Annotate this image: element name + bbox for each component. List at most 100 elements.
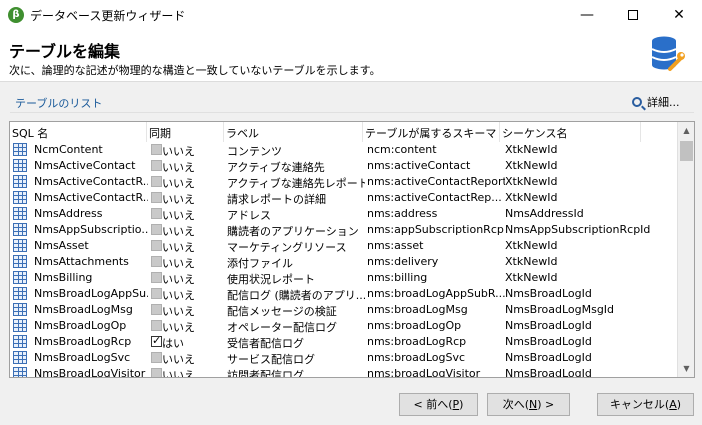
details-link[interactable]: 詳細... [632, 94, 680, 110]
column-header-schema[interactable]: テーブルが属するスキーマ [365, 125, 496, 141]
column-divider[interactable] [499, 122, 500, 142]
scroll-up-arrow-icon[interactable]: ▲ [678, 122, 694, 139]
column-divider[interactable] [640, 122, 641, 142]
checkbox-icon[interactable] [151, 352, 162, 363]
cell-schema: nms:activeContactRep... [367, 191, 502, 204]
cell-sequence: XtkNewId [505, 175, 558, 188]
table-icon [13, 191, 27, 204]
page-title: テーブルを編集 [9, 42, 121, 61]
cell-sequence: XtkNewId [505, 271, 558, 284]
checkbox-icon[interactable] [151, 208, 162, 219]
cell-sql-name: NmsAsset [34, 239, 89, 252]
cell-sequence: NmsBroadLogId [505, 335, 592, 348]
table-row[interactable]: NmsAppSubscriptio... いいえ 購読者のアプリケーション nms:a… [10, 222, 678, 238]
table-icon [13, 143, 27, 156]
checkbox-icon[interactable] [151, 160, 162, 171]
cell-schema: nms:activeContactReport [367, 175, 505, 188]
column-divider[interactable] [146, 122, 147, 142]
cell-label: サービス配信ログ [227, 353, 315, 366]
table-list-title: テーブルのリスト [15, 97, 103, 110]
cell-sync: いいえ [162, 161, 195, 174]
table-row[interactable]: NmsBroadLogSvc いいえ サービス配信ログ nms:broadLogSvc… [10, 350, 678, 366]
table-row[interactable]: NmsAsset いいえ マーケティングリソース nms:asset XtkNewId [10, 238, 678, 254]
table-row[interactable]: NmsBroadLogAppSu... いいえ 配信ログ (購読者のアプリ... nm… [10, 286, 678, 302]
cell-sql-name: NmsBroadLogRcp [34, 335, 132, 348]
column-divider[interactable] [362, 122, 363, 142]
cell-sql-name: NmsActiveContact [34, 159, 136, 172]
section-divider [10, 112, 694, 113]
cell-schema: nms:appSubscriptionRcp [367, 223, 504, 236]
table-icon [13, 319, 27, 332]
checkbox-icon[interactable] [151, 256, 162, 267]
table-row[interactable]: NmsBroadLogRcp はい 受信者配信ログ nms:broadLogRcp Nm… [10, 334, 678, 350]
cell-sync: いいえ [162, 321, 195, 334]
vertical-scrollbar[interactable]: ▲ ▼ [677, 122, 694, 377]
table-row[interactable]: NmsBilling いいえ 使用状況レポート nms:billing XtkNewId [10, 270, 678, 286]
checkbox-icon[interactable] [151, 320, 162, 331]
cell-sync: いいえ [162, 353, 195, 366]
cell-label: オペレーター配信ログ [227, 321, 337, 334]
table-row[interactable]: NmsBroadLogOp いいえ オペレーター配信ログ nms:broadLogOp… [10, 318, 678, 334]
checkbox-icon[interactable] [151, 176, 162, 187]
checkbox-icon[interactable] [151, 334, 162, 347]
column-header-sql-name[interactable]: SQL 名 [12, 125, 48, 141]
checkbox-icon[interactable] [151, 304, 162, 315]
cell-sql-name: NmsBroadLogOp [34, 319, 127, 332]
table-icon [13, 223, 27, 236]
cell-sequence: NmsBroadLogId [505, 319, 592, 332]
cell-sync: いいえ [162, 145, 195, 158]
database-wrench-icon [651, 36, 685, 71]
checkbox-icon[interactable] [151, 288, 162, 299]
cell-sync: いいえ [162, 225, 195, 238]
cell-sequence: NmsBroadLogId [505, 351, 592, 364]
next-button[interactable]: 次へ(N) > [487, 393, 570, 416]
column-header-sequence[interactable]: シーケンス名 [502, 125, 567, 141]
cell-schema: nms:broadLogSvc [367, 351, 466, 364]
table-row[interactable]: NcmContent いいえ コンテンツ ncm:content XtkNewId [10, 142, 678, 158]
page-description: 次に、論理的な記述が物理的な構造と一致していないテーブルを示します。 [9, 64, 381, 77]
table-icon [13, 239, 27, 252]
wizard-header: テーブルを編集 次に、論理的な記述が物理的な構造と一致していないテーブルを示しま… [0, 30, 702, 82]
table-row[interactable]: NmsActiveContact いいえ アクティブな連絡先 nms:activeCo… [10, 158, 678, 174]
column-header-sync[interactable]: 同期 [149, 125, 171, 141]
cell-label: 添付ファイル [227, 257, 293, 270]
scroll-down-arrow-icon[interactable]: ▼ [678, 360, 694, 377]
window-close-icon[interactable]: ✕ [656, 0, 702, 30]
checkbox-icon[interactable] [151, 144, 162, 155]
table-icon [13, 351, 27, 364]
window-title: データベース更新ウィザード [30, 9, 186, 23]
table-list[interactable]: SQL 名 同期 ラベル テーブルが属するスキーマ シーケンス名 NcmCont… [9, 121, 695, 378]
checkbox-icon[interactable] [151, 240, 162, 251]
table-row[interactable]: NmsAddress いいえ アドレス nms:address NmsAddressId [10, 206, 678, 222]
column-header-label[interactable]: ラベル [226, 125, 259, 141]
cell-sql-name: NmsBroadLogVisitor [34, 367, 146, 378]
cell-sync: はい [162, 337, 184, 350]
checkbox-icon[interactable] [151, 368, 162, 377]
scroll-thumb[interactable] [680, 141, 693, 161]
checkbox-icon[interactable] [151, 224, 162, 235]
cell-sequence: NmsBroadLogMsgId [505, 303, 615, 316]
table-row[interactable]: NmsActiveContactR... いいえ アクティブな連絡先レポート nms:… [10, 174, 678, 190]
cell-label: 配信ログ (購読者のアプリ... [227, 289, 365, 302]
cell-sql-name: NcmContent [34, 143, 103, 156]
window-maximize-icon[interactable] [610, 0, 656, 30]
checkbox-icon[interactable] [151, 192, 162, 203]
cell-sql-name: NmsBroadLogAppSu... [34, 287, 148, 300]
cell-sequence: NmsAppSubscriptionRcpId [505, 223, 651, 236]
checkbox-icon[interactable] [151, 272, 162, 283]
column-divider[interactable] [223, 122, 224, 142]
table-row[interactable]: NmsBroadLogMsg いいえ 配信メッセージの検証 nms:broadLogM… [10, 302, 678, 318]
table-icon [13, 175, 27, 188]
cell-label: 配信メッセージの検証 [227, 305, 337, 318]
cell-sync: いいえ [162, 305, 195, 318]
window-minimize-icon[interactable]: — [564, 0, 610, 30]
table-row[interactable]: NmsAttachments いいえ 添付ファイル nms:delivery XtkNe… [10, 254, 678, 270]
table-body: NcmContent いいえ コンテンツ ncm:content XtkNewId Nms… [10, 142, 678, 378]
table-row[interactable]: NmsBroadLogVisitor いいえ 訪問者配信ログ nms:broadLog… [10, 366, 678, 378]
cell-sequence: NmsAddressId [505, 207, 584, 220]
cancel-button[interactable]: キャンセル(A) [597, 393, 694, 416]
cell-sql-name: NmsAddress [34, 207, 103, 220]
back-button[interactable]: < 前へ(P) [399, 393, 478, 416]
table-row[interactable]: NmsActiveContactR... いいえ 請求レポートの詳細 nms:acti… [10, 190, 678, 206]
cell-sync: いいえ [162, 273, 195, 286]
